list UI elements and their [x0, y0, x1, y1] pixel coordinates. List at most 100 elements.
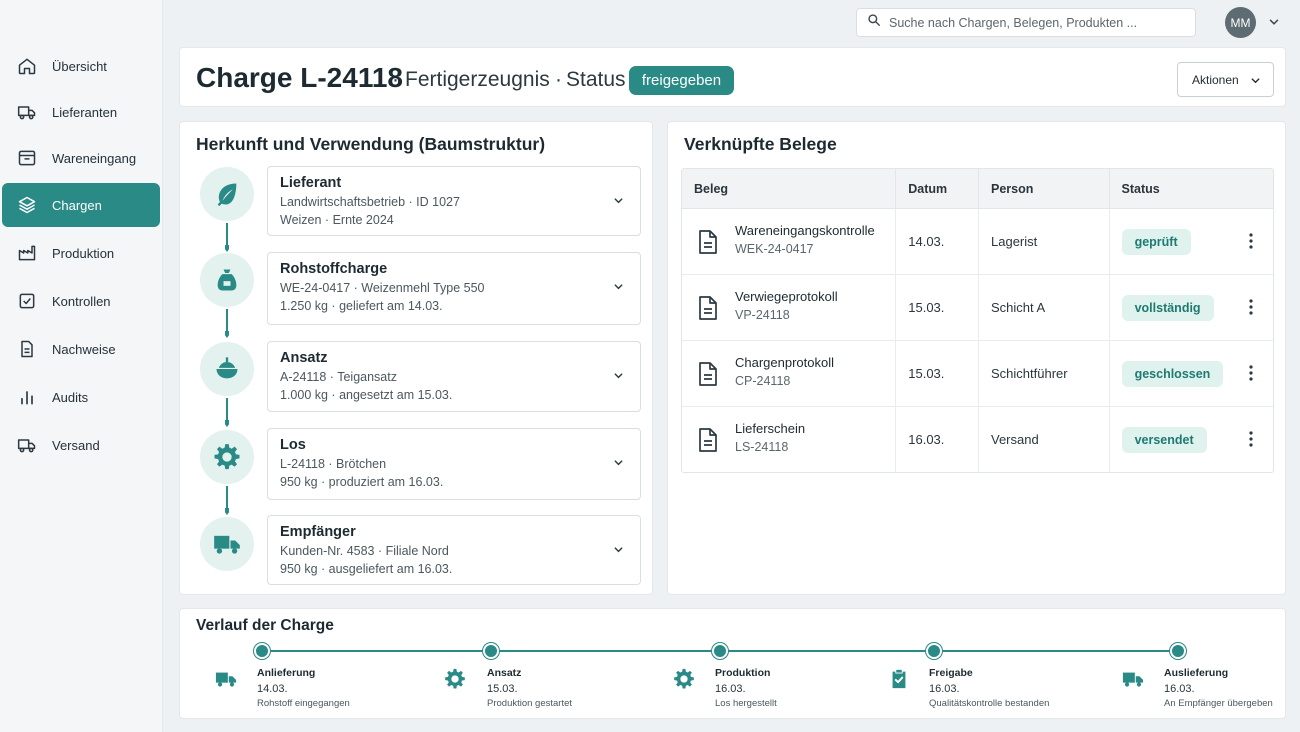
truck-icon — [200, 517, 254, 571]
sidebar-item-versand[interactable]: Versand — [2, 423, 160, 467]
node-title: Los — [280, 437, 306, 453]
timeline-step-date: 16.03. — [715, 683, 746, 695]
panel-title: Verlauf der Charge — [196, 617, 334, 634]
date-cell: 14.03. — [896, 209, 979, 274]
sidebar-item-produktion[interactable]: Produktion — [2, 231, 160, 275]
tree-node-ansatz[interactable]: Ansatz A-24118 · Teigansatz 1.000 kg · a… — [267, 341, 641, 412]
tree-connector — [222, 223, 232, 253]
status-cell: geprüft — [1110, 209, 1273, 274]
layers-icon — [2, 195, 52, 215]
tree-connector — [222, 398, 232, 428]
sidebar-item-kontrollen[interactable]: Kontrollen — [2, 279, 160, 323]
timeline-step-date: 16.03. — [1164, 683, 1195, 695]
node-detail: L-24118 · Brötchen — [280, 457, 387, 471]
node-detail: 1.000 kg · angesetzt am 15.03. — [280, 388, 453, 402]
sidebar-item-label: Chargen — [52, 197, 102, 213]
timeline-dot — [483, 643, 499, 659]
timeline-step-desc: An Empfänger übergeben — [1164, 698, 1273, 709]
sidebar: Übersicht Lieferanten Wareneingang Charg… — [0, 0, 163, 732]
timeline-dot — [926, 643, 942, 659]
sidebar-item-label: Lieferanten — [52, 104, 118, 120]
column-header[interactable]: Person — [979, 169, 1110, 208]
timeline-step-label: Ansatz — [487, 667, 522, 679]
timeline-step-label: Produktion — [715, 667, 771, 679]
search-box[interactable] — [856, 8, 1196, 37]
topbar: MM — [163, 0, 1300, 45]
timeline-step-date: 15.03. — [487, 683, 518, 695]
chevron-down-icon[interactable] — [613, 195, 624, 206]
batch-timeline-panel: Verlauf der Charge Anlieferung 14.03. Ro… — [179, 608, 1286, 719]
chevron-down-icon[interactable] — [613, 370, 624, 381]
status-cell: versendet — [1110, 407, 1273, 472]
factory-icon — [2, 243, 52, 263]
sidebar-item-lieferanten[interactable]: Lieferanten — [2, 90, 160, 134]
timeline-step-label: Auslieferung — [1164, 667, 1229, 679]
truck-icon — [215, 672, 237, 687]
column-header[interactable]: Status — [1110, 169, 1273, 208]
table-row[interactable]: Wareneingangskontrolle WEK-24-0417 14.03… — [682, 209, 1273, 275]
table-row[interactable]: Lieferschein LS-24118 16.03. Versand ver… — [682, 407, 1273, 472]
title-separator: · — [555, 68, 562, 91]
table-row[interactable]: Chargenprotokoll CP-24118 15.03. Schicht… — [682, 341, 1273, 407]
node-detail: WE-24-0417 · Weizenmehl Type 550 — [280, 281, 485, 295]
panel-title: Verknüpfte Belege — [684, 134, 837, 154]
node-title: Rohstoffcharge — [280, 261, 388, 277]
page-title: Charge L-24118 — [196, 62, 403, 94]
clipboard-check-icon — [892, 669, 906, 689]
document-name[interactable]: Wareneingangskontrolle — [735, 223, 875, 238]
panel-title: Herkunft und Verwendung (Baumstruktur) — [196, 134, 546, 154]
document-cell: Lieferschein LS-24118 — [682, 407, 897, 472]
sidebar-item-audits[interactable]: Audits — [2, 375, 160, 419]
column-header[interactable]: Beleg — [682, 169, 897, 208]
status-badge: geprüft — [1121, 228, 1191, 255]
more-options-icon[interactable] — [1249, 233, 1253, 249]
document-name[interactable]: Chargenprotokoll — [735, 355, 834, 370]
more-options-icon[interactable] — [1249, 299, 1253, 315]
tree-node-rohstoffcharge[interactable]: Rohstoffcharge WE-24-0417 · Weizenmehl T… — [267, 252, 641, 325]
document-name[interactable]: Lieferschein — [735, 421, 805, 436]
person-cell: Lagerist — [979, 209, 1110, 274]
tree-node-empfaenger[interactable]: Empfänger Kunden-Nr. 4583 · Filiale Nord… — [267, 515, 641, 585]
document-icon — [2, 339, 52, 359]
node-title: Empfänger — [280, 524, 356, 540]
truck-icon — [2, 102, 52, 122]
document-id: LS-24118 — [735, 440, 789, 454]
sidebar-item-uebersicht[interactable]: Übersicht — [2, 44, 160, 88]
sidebar-item-chargen[interactable]: Chargen — [2, 183, 160, 227]
more-options-icon[interactable] — [1249, 431, 1253, 447]
origin-tree-panel: Herkunft und Verwendung (Baumstruktur) L… — [179, 121, 653, 595]
document-name[interactable]: Verwiegeprotokoll — [735, 289, 838, 304]
chevron-down-icon[interactable] — [613, 281, 624, 292]
gear-icon — [445, 668, 465, 689]
node-detail: Landwirtschaftsbetrieb · ID 1027 — [280, 195, 460, 209]
timeline-step-label: Anlieferung — [257, 667, 316, 679]
table-row[interactable]: Verwiegeprotokoll VP-24118 15.03. Schich… — [682, 275, 1273, 341]
document-id: CP-24118 — [735, 374, 791, 388]
chevron-down-icon[interactable] — [1267, 15, 1281, 29]
node-detail: 1.250 kg · geliefert am 14.03. — [280, 299, 443, 313]
timeline-dot — [712, 643, 728, 659]
chevron-down-icon[interactable] — [613, 544, 624, 555]
search-input[interactable] — [889, 15, 1189, 30]
actions-button[interactable]: Aktionen — [1177, 62, 1274, 97]
status-badge: freigegeben — [629, 66, 734, 95]
sidebar-item-nachweise[interactable]: Nachweise — [2, 327, 160, 371]
chevron-down-icon[interactable] — [613, 457, 624, 468]
chevron-down-icon — [1251, 78, 1260, 84]
node-detail: A-24118 · Teigansatz — [280, 370, 397, 384]
tree-node-lieferant[interactable]: Lieferant Landwirtschaftsbetrieb · ID 10… — [267, 166, 641, 236]
gear-icon — [674, 668, 694, 689]
timeline-step-date: 16.03. — [929, 683, 960, 695]
more-options-icon[interactable] — [1249, 365, 1253, 381]
avatar[interactable]: MM — [1225, 7, 1256, 38]
sidebar-item-wareneingang[interactable]: Wareneingang — [2, 136, 160, 180]
timeline-step-desc: Qualitätskontrolle bestanden — [929, 698, 1050, 709]
timeline-dot — [254, 643, 270, 659]
truck-icon — [1122, 672, 1144, 687]
truck-icon — [2, 435, 52, 455]
tree-node-los[interactable]: Los L-24118 · Brötchen 950 kg · produzie… — [267, 428, 641, 500]
sidebar-item-label: Übersicht — [52, 58, 107, 74]
date-cell: 15.03. — [896, 275, 979, 340]
column-header[interactable]: Datum — [896, 169, 979, 208]
tree-connector — [222, 309, 232, 339]
